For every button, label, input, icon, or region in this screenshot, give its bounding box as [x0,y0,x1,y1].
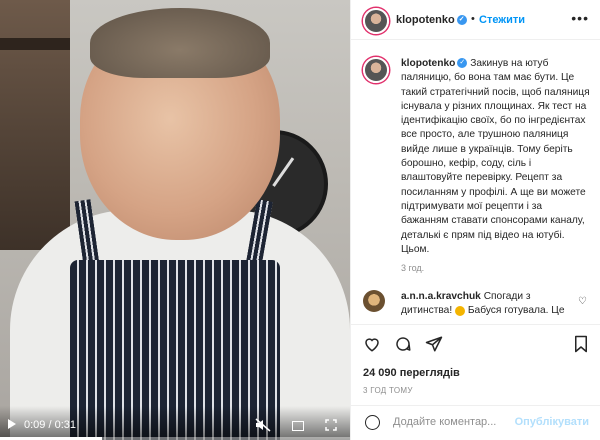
muted-speaker-icon[interactable] [255,418,271,432]
video-controls: 0:09 / 0:31 [0,406,350,440]
more-options-icon[interactable]: ••• [571,10,589,26]
caption-body: Закинув на ютуб паляницю, бо вона там ма… [401,58,590,255]
author-username[interactable]: klopotenko ✓ [396,14,467,26]
add-comment-bar: Опублікувати [351,405,600,440]
follow-button[interactable]: Стежити [479,14,525,26]
caption-timestamp: 3 год. [401,263,425,273]
commenter-avatar[interactable] [363,290,385,312]
comment-bubble-icon[interactable] [394,335,412,353]
commenter-username[interactable]: a.n.n.a.kravchuk [401,291,481,302]
person-hair [90,8,270,78]
picture-in-picture-icon[interactable] [292,421,304,431]
separator-dot: • [471,13,475,25]
post-side-panel: klopotenko ✓ • Стежити ••• klopotenko ✓ За… [350,0,600,440]
post-header: klopotenko ✓ • Стежити ••• [351,0,600,40]
caption-text: klopotenko ✓ Закинув на ютуб паляницю, бо… [401,57,591,257]
view-count[interactable]: 24 090 переглядів [363,367,460,379]
post-comment-button[interactable]: Опублікувати [515,416,589,428]
share-paper-plane-icon[interactable] [425,335,443,353]
heart-eyes-emoji-icon [455,305,466,316]
verified-badge-icon: ✓ [457,58,468,69]
verified-badge-icon: ✓ [456,15,467,26]
post-age: 3 ГОД ТОМУ [363,386,413,395]
comment-input[interactable] [391,415,525,429]
post-actions [351,324,600,364]
emoji-picker-icon[interactable] [365,415,380,430]
comment-body-end: Бабуся готувала. Це [467,305,565,317]
caption-author-avatar[interactable] [363,57,389,83]
caption-username[interactable]: klopotenko [401,58,455,69]
video-time: 0:09 / 0:31 [24,419,76,431]
fullscreen-icon[interactable] [325,419,337,431]
background-shelf [0,38,70,50]
play-icon[interactable] [8,419,16,429]
like-heart-icon[interactable] [363,335,381,353]
save-bookmark-icon[interactable] [573,335,589,353]
author-avatar[interactable] [363,8,389,34]
video-player[interactable]: 0:09 / 0:31 [0,0,350,440]
comment-like-heart-icon[interactable]: ♡ [578,296,587,307]
comment-text: a.n.n.a.kravchuk Спогади з дитинства! Ба… [401,290,571,319]
